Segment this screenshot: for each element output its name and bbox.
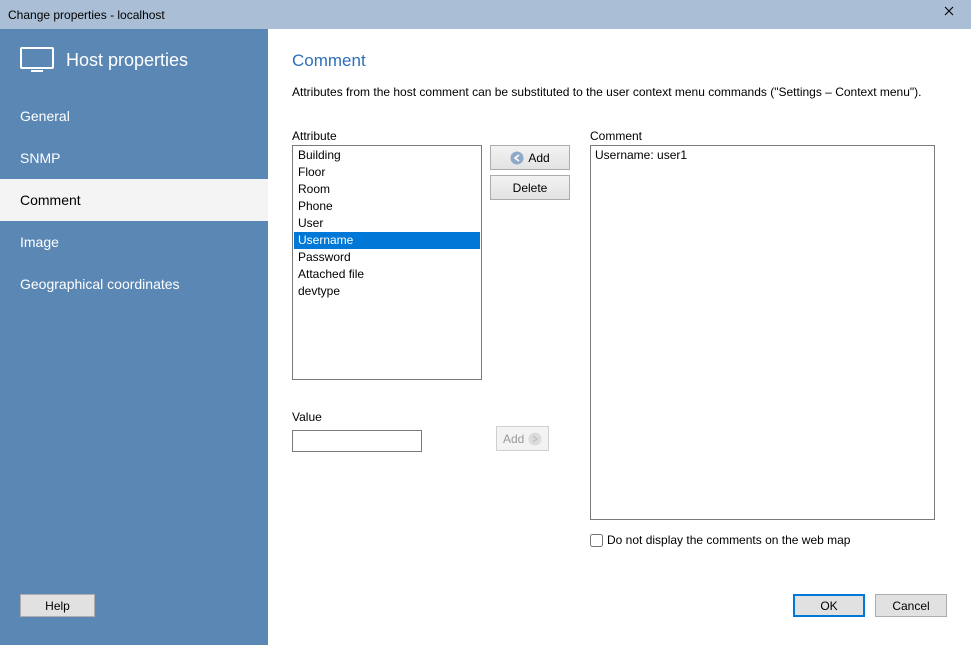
ok-button[interactable]: OK [793,594,865,617]
close-button[interactable] [926,0,971,22]
sidebar-item-comment[interactable]: Comment [0,179,268,221]
attribute-item[interactable]: Password [294,249,480,266]
hide-on-webmap-checkbox[interactable] [590,534,603,547]
sidebar-item-image[interactable]: Image [0,221,268,263]
hide-on-webmap-row[interactable]: Do not display the comments on the web m… [590,533,947,547]
titlebar: Change properties - localhost [0,0,971,29]
attribute-item[interactable]: Floor [294,164,480,181]
sidebar-title: Host properties [66,50,188,71]
page-title: Comment [292,51,947,71]
main-panel: Comment Attributes from the host comment… [268,29,971,645]
sidebar-item-geo[interactable]: Geographical coordinates [0,263,268,305]
monitor-icon [20,47,54,73]
add-value-label: Add [503,432,524,446]
sidebar-header: Host properties [0,47,268,95]
attribute-item[interactable]: Phone [294,198,480,215]
page-description: Attributes from the host comment can be … [292,85,947,99]
attribute-label: Attribute [292,129,482,143]
sidebar-nav: GeneralSNMPCommentImageGeographical coor… [0,95,268,305]
arrow-left-icon [510,151,524,165]
attribute-item[interactable]: Building [294,147,480,164]
add-value-button[interactable]: Add [496,426,549,451]
value-input[interactable] [292,430,422,452]
attribute-item[interactable]: Username [294,232,480,249]
hide-on-webmap-label: Do not display the comments on the web m… [607,533,850,547]
sidebar-item-snmp[interactable]: SNMP [0,137,268,179]
attribute-item[interactable]: Room [294,181,480,198]
add-button-label: Add [528,151,549,165]
delete-button-label: Delete [513,181,548,195]
window-title: Change properties - localhost [8,8,165,22]
help-button[interactable]: Help [20,594,95,617]
delete-button[interactable]: Delete [490,175,570,200]
value-label: Value [292,410,482,424]
comment-textarea[interactable] [590,145,935,520]
comment-label: Comment [590,129,947,143]
arrow-right-icon [528,432,542,446]
cancel-button[interactable]: Cancel [875,594,947,617]
attribute-item[interactable]: Attached file [294,266,480,283]
attribute-item[interactable]: devtype [294,283,480,300]
attribute-listbox[interactable]: BuildingFloorRoomPhoneUserUsernamePasswo… [292,145,482,380]
sidebar: Host properties GeneralSNMPCommentImageG… [0,29,268,645]
sidebar-item-general[interactable]: General [0,95,268,137]
attribute-item[interactable]: User [294,215,480,232]
footer: OK Cancel [292,594,947,645]
close-icon [944,6,954,16]
add-button[interactable]: Add [490,145,570,170]
